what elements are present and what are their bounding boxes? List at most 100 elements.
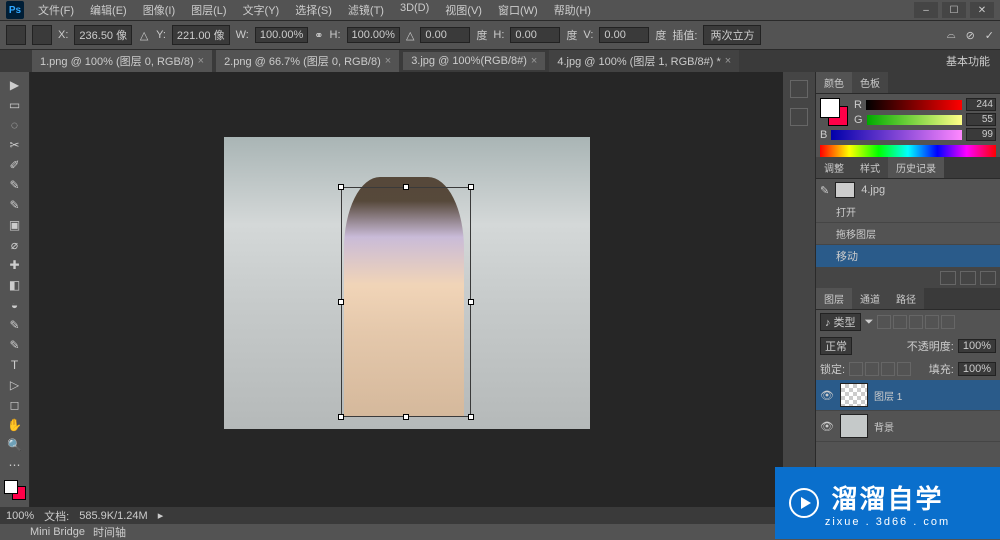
move-tool-icon[interactable]: ▶ (4, 76, 26, 94)
path-tool-icon[interactable]: ▷ (4, 376, 26, 394)
collapsed-panel-icon-2[interactable] (790, 108, 808, 126)
fg-swatch[interactable] (820, 98, 840, 118)
layer-bg-name[interactable]: 背景 (874, 419, 894, 434)
menu-file[interactable]: 文件(F) (30, 2, 82, 18)
commit-transform-icon[interactable]: ✓ (985, 29, 994, 42)
handle-top-left[interactable] (338, 184, 344, 190)
fg-color-swatch[interactable] (4, 480, 18, 494)
filter-adjust-icon[interactable] (893, 315, 907, 329)
close-button[interactable]: ✕ (970, 2, 994, 18)
canvas-area[interactable] (30, 72, 783, 507)
tab-styles[interactable]: 样式 (852, 157, 888, 178)
b-slider[interactable] (831, 130, 962, 140)
doc-info-dropdown-icon[interactable]: ▸ (158, 509, 164, 522)
menu-help[interactable]: 帮助(H) (546, 2, 599, 18)
handle-bot-right[interactable] (468, 414, 474, 420)
menu-3d[interactable]: 3D(D) (392, 2, 437, 18)
tab-2-close-icon[interactable]: × (385, 55, 391, 67)
x-value[interactable]: 236.50 像 (74, 25, 132, 45)
skew-v-value[interactable]: 0.00 (599, 27, 649, 43)
filter-dropdown-icon[interactable]: ⏷ (865, 316, 874, 329)
layer-1-visibility-icon[interactable]: 👁 (820, 389, 834, 402)
pen-tool-icon[interactable]: ✎ (4, 336, 26, 354)
hand-tool-icon[interactable]: ✋ (4, 416, 26, 434)
history-item-open[interactable]: 打开 (816, 201, 1000, 223)
menu-type[interactable]: 文字(Y) (235, 2, 288, 18)
lasso-tool-icon[interactable]: ◌ (4, 116, 26, 134)
extras-tool-icon[interactable]: ⋯ (4, 456, 26, 474)
zoom-tool-icon[interactable]: 🔍 (4, 436, 26, 454)
lock-trans-icon[interactable] (849, 362, 863, 376)
stamp-tool-icon[interactable]: ▣ (4, 216, 26, 234)
layer-filter-type[interactable]: ♪ 类型 (820, 313, 861, 331)
doc-size[interactable]: 585.9K/1.24M (79, 510, 148, 522)
dodge-tool-icon[interactable]: ✎ (4, 316, 26, 334)
eyedropper-tool-icon[interactable]: ✐ (4, 156, 26, 174)
layer-1-name[interactable]: 图层 1 (874, 388, 902, 403)
minimize-button[interactable]: – (914, 2, 938, 18)
tab-4-close-icon[interactable]: × (725, 55, 731, 67)
r-slider[interactable] (866, 100, 962, 110)
handle-mid-left[interactable] (338, 299, 344, 305)
document-canvas[interactable] (224, 137, 590, 429)
w-value[interactable]: 100.00% (255, 27, 308, 43)
link-wh-icon[interactable]: ⚭ (314, 29, 323, 42)
handle-top-right[interactable] (468, 184, 474, 190)
bottom-tab-minibridge[interactable]: Mini Bridge (30, 526, 85, 538)
g-value[interactable]: 55 (966, 113, 996, 126)
blend-mode-select[interactable]: 正常 (820, 337, 852, 355)
color-big-swatch[interactable] (820, 98, 848, 126)
reference-point-icon[interactable] (32, 25, 52, 45)
healing-tool-icon[interactable]: ✎ (4, 176, 26, 194)
interp-select[interactable]: 两次立方 (703, 25, 761, 45)
menu-view[interactable]: 视图(V) (437, 2, 490, 18)
menu-layer[interactable]: 图层(L) (183, 2, 234, 18)
fill-value[interactable]: 100% (958, 362, 996, 376)
tab-swatches[interactable]: 色板 (852, 72, 888, 93)
tab-paths[interactable]: 路径 (888, 288, 924, 309)
menu-select[interactable]: 选择(S) (287, 2, 340, 18)
history-item-move[interactable]: 移动 (816, 245, 1000, 268)
crop-tool-icon[interactable]: ✂ (4, 136, 26, 154)
color-spectrum[interactable] (820, 145, 996, 157)
b-value[interactable]: 99 (966, 128, 996, 141)
workspace-select[interactable]: 基本功能 (936, 51, 1000, 71)
transform-tool-icon[interactable] (6, 25, 26, 45)
layer-row-1[interactable]: 👁 图层 1 (816, 380, 1000, 411)
history-new-doc-icon[interactable] (940, 271, 956, 285)
maximize-button[interactable]: ☐ (942, 2, 966, 18)
filter-type-icon[interactable] (909, 315, 923, 329)
history-snapshot-row[interactable]: ✎ 4.jpg (816, 179, 1000, 201)
menu-window[interactable]: 窗口(W) (490, 2, 546, 18)
tab-layers[interactable]: 图层 (816, 288, 852, 309)
y-value[interactable]: 221.00 像 (172, 25, 230, 45)
eraser-tool-icon[interactable]: ✚ (4, 256, 26, 274)
history-item-drag[interactable]: 拖移图层 (816, 223, 1000, 245)
tab-adjustments[interactable]: 调整 (816, 157, 852, 178)
handle-mid-right[interactable] (468, 299, 474, 305)
tab-2[interactable]: 2.png @ 66.7% (图层 0, RGB/8)× (216, 50, 399, 72)
zoom-level[interactable]: 100% (6, 510, 34, 522)
lock-pos-icon[interactable] (881, 362, 895, 376)
history-delete-icon[interactable] (980, 271, 996, 285)
snapshot-brush-icon[interactable]: ✎ (820, 184, 829, 197)
history-snapshot-icon[interactable] (960, 271, 976, 285)
menu-filter[interactable]: 滤镜(T) (340, 2, 392, 18)
layer-row-bg[interactable]: 👁 背景 (816, 411, 1000, 442)
tab-color[interactable]: 颜色 (816, 72, 852, 93)
blur-tool-icon[interactable]: ◒ (4, 296, 26, 314)
tab-4[interactable]: 4.jpg @ 100% (图层 1, RGB/8#) *× (549, 50, 739, 72)
angle-value[interactable]: 0.00 (420, 27, 470, 43)
lock-pixel-icon[interactable] (865, 362, 879, 376)
menu-image[interactable]: 图像(I) (135, 2, 183, 18)
filter-pixel-icon[interactable] (877, 315, 891, 329)
warp-icon[interactable]: ⌓ (947, 29, 956, 42)
tab-3-close-icon[interactable]: × (531, 55, 537, 67)
opacity-value[interactable]: 100% (958, 339, 996, 353)
gradient-tool-icon[interactable]: ◧ (4, 276, 26, 294)
link-xy-icon[interactable]: △ (138, 29, 150, 42)
type-tool-icon[interactable]: T (4, 356, 26, 374)
tab-history[interactable]: 历史记录 (888, 157, 944, 178)
layer-bg-visibility-icon[interactable]: 👁 (820, 420, 834, 433)
collapsed-panel-icon-1[interactable] (790, 80, 808, 98)
